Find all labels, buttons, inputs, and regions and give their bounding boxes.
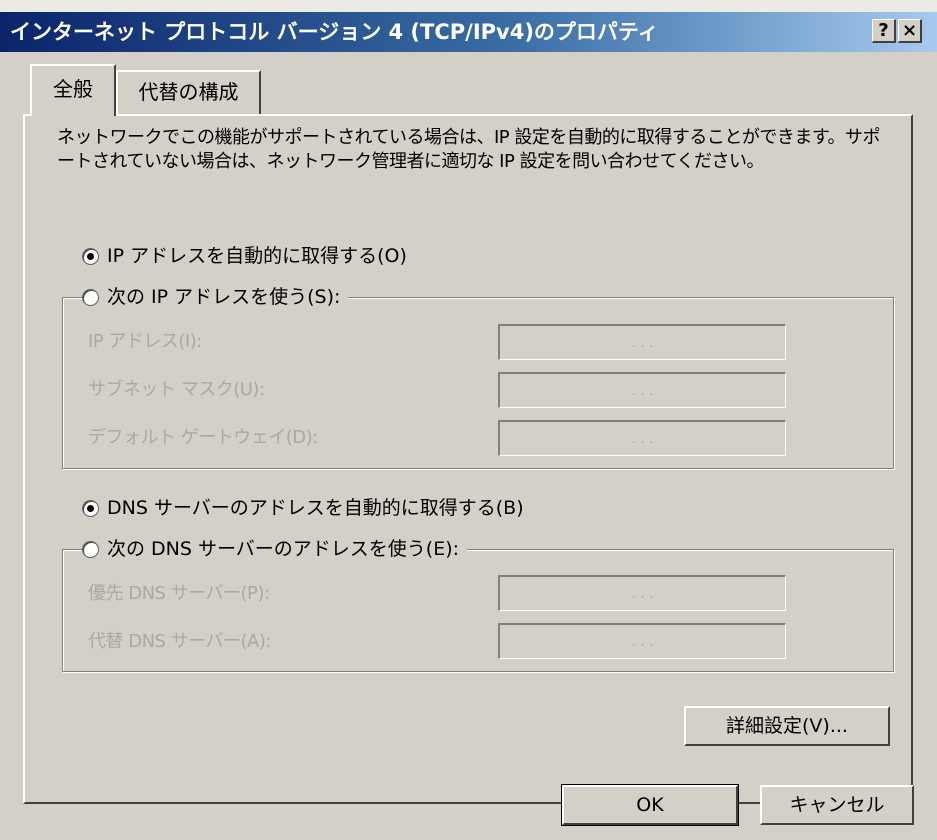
dns-manual-label: 次の DNS サーバーのアドレスを使う(E): [107,538,460,560]
alternate-dns-input[interactable]: . . . [498,623,786,659]
background-strip [0,0,937,12]
preferred-dns-label: 優先 DNS サーバー(P): [88,583,270,604]
close-button[interactable]: × [898,19,922,43]
subnet-mask-label: サブネット マスク(U): [88,379,265,400]
ip-address-input[interactable]: . . . [498,324,786,360]
subnet-mask-input[interactable]: . . . [498,372,786,408]
preferred-dns-input[interactable]: . . . [498,575,786,611]
alternate-dns-label: 代替 DNS サーバー(A): [88,631,271,652]
description-text: ネットワークでこの機能がサポートされている場合は、IP 設定を自動的に取得するこ… [57,127,881,172]
cancel-button[interactable]: キャンセル [760,785,914,825]
radio-button-icon[interactable] [82,499,99,517]
radio-ip-auto[interactable]: IP アドレスを自動的に取得する(O) [82,243,415,269]
ok-button[interactable]: OK [561,784,739,826]
radio-button-icon[interactable] [82,247,99,265]
advanced-button[interactable]: 詳細設定(V)... [684,706,890,746]
help-button[interactable]: ? [872,19,896,43]
radio-button-icon[interactable] [82,540,99,558]
radio-dns-manual[interactable]: 次の DNS サーバーのアドレスを使う(E): [82,536,468,562]
radio-dot-icon [87,504,94,512]
radio-ip-manual[interactable]: 次の IP アドレスを使う(S): [82,284,349,310]
default-gateway-label: デフォルト ゲートウェイ(D): [88,427,318,448]
tab-alternate-config[interactable]: 代替の構成 [116,70,261,114]
title-bar: インターネット プロトコル バージョン 4 (TCP/IPv4)のプロパティ ?… [0,12,937,52]
dns-auto-label: DNS サーバーのアドレスを自動的に取得する(B) [107,497,524,519]
tab-general[interactable]: 全般 [30,64,116,116]
window-title: インターネット プロトコル バージョン 4 (TCP/IPv4)のプロパティ [10,20,659,44]
ip-manual-label: 次の IP アドレスを使う(S): [107,286,341,308]
radio-dns-auto[interactable]: DNS サーバーのアドレスを自動的に取得する(B) [82,495,532,521]
ip-auto-label: IP アドレスを自動的に取得する(O) [107,245,407,267]
radio-dot-icon [87,252,94,260]
default-gateway-input[interactable]: . . . [498,420,786,456]
ip-address-label: IP アドレス(I): [88,331,202,352]
radio-button-icon[interactable] [82,288,99,306]
